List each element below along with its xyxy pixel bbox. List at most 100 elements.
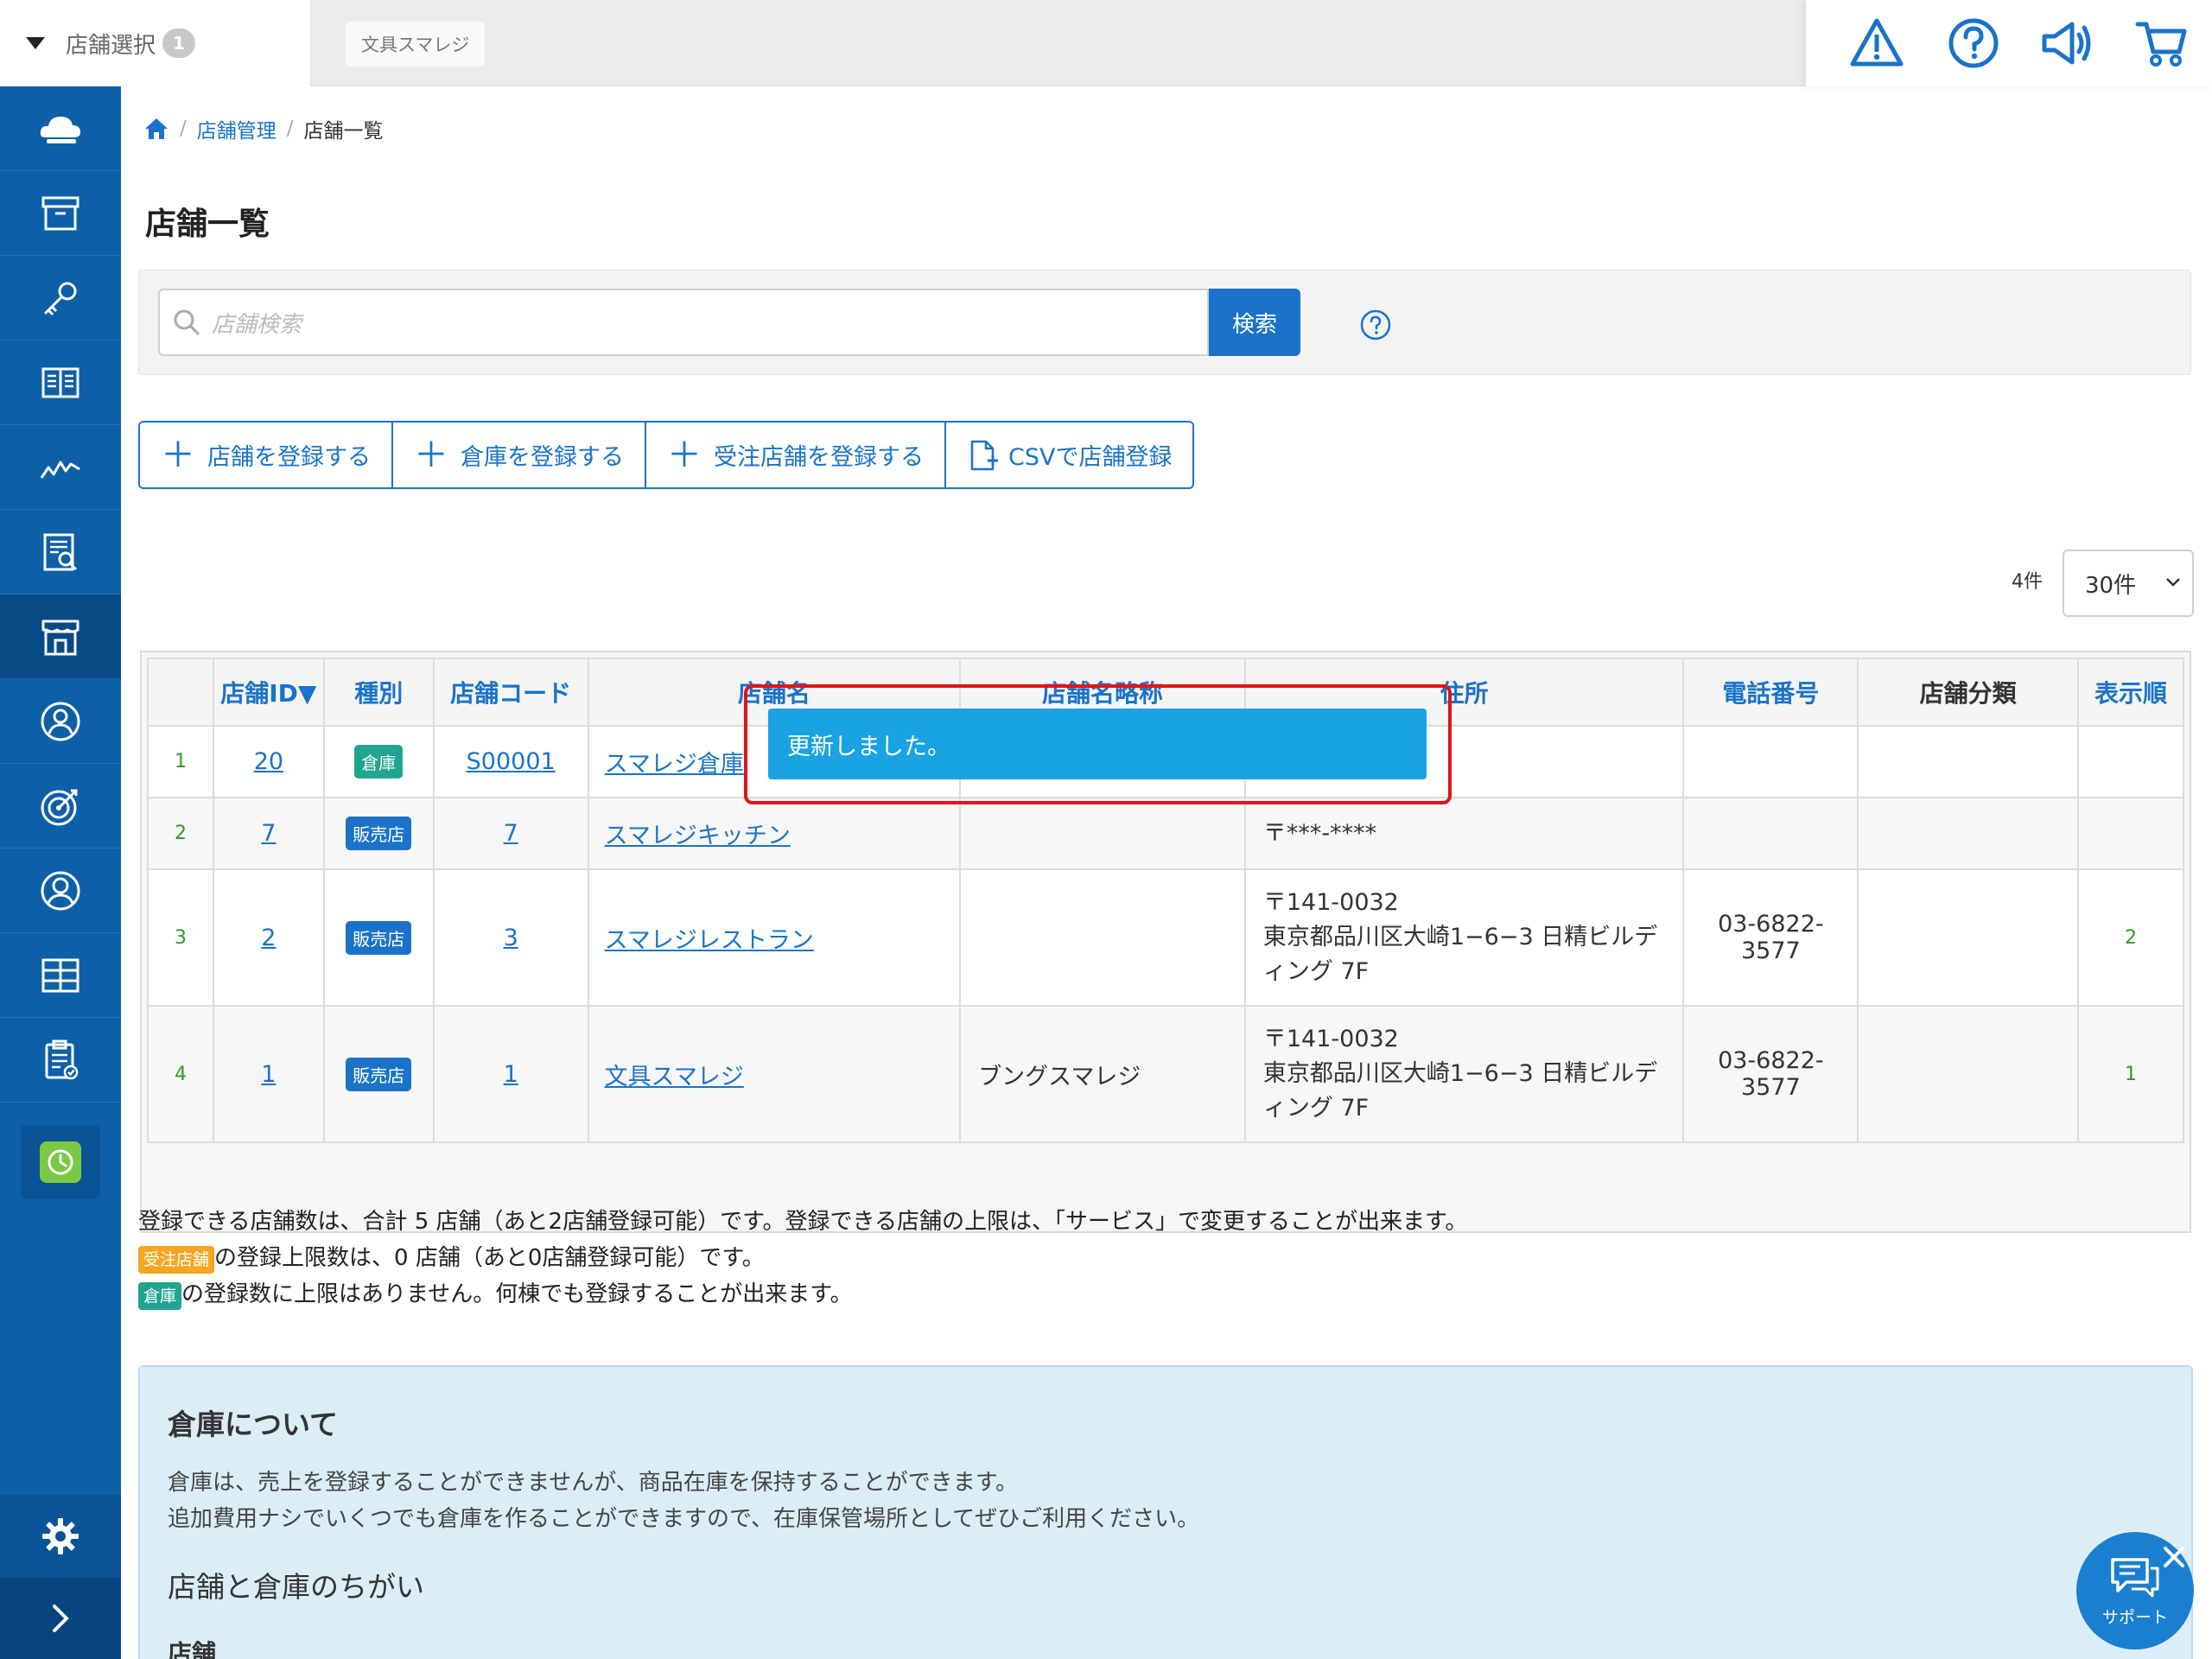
clipboard-icon xyxy=(45,1039,79,1079)
sidebar-item-tasks[interactable] xyxy=(0,1018,121,1103)
header-type[interactable]: 種別 xyxy=(322,658,435,727)
home-icon[interactable] xyxy=(143,117,169,141)
file-add-icon xyxy=(970,440,998,470)
clock-icon xyxy=(40,1141,81,1183)
table-row: 4 1 販売店 1 文具スマレジ ブングスマレジ 〒141-0032 東京都品川… xyxy=(147,1005,2184,1143)
address-cell: 〒***-**** xyxy=(1243,797,1685,870)
sidebar-item-timecard[interactable] xyxy=(21,1125,100,1199)
current-store-chip[interactable]: 文具スマレジ xyxy=(346,22,486,67)
help-icon[interactable] xyxy=(1359,308,1392,341)
store-code-cell: 1 xyxy=(432,1005,589,1143)
toast-notification[interactable]: 更新しました。 xyxy=(768,709,1427,779)
category-cell xyxy=(1857,797,2080,870)
address-zip: 〒141-0032 xyxy=(1262,1026,1399,1052)
header-phone[interactable]: 電話番号 xyxy=(1682,658,1859,727)
type-cell: 販売店 xyxy=(322,1005,435,1143)
store-name-cell: 文具スマレジ xyxy=(587,1005,962,1143)
sidebar-item-members[interactable] xyxy=(0,849,121,933)
store-code-link[interactable]: 1 xyxy=(504,1061,518,1088)
type-badge: 販売店 xyxy=(346,817,412,850)
header-store-code[interactable]: 店舗コード xyxy=(432,658,589,727)
note-warehouse-text: の登録数に上限はありません。何棟でも登録することが出来ます。 xyxy=(181,1281,853,1307)
phone-cell: 03-6822- 3577 xyxy=(1682,868,1859,1007)
info-subtitle: 店舗と倉庫のちがい xyxy=(168,1570,424,1604)
row-number: 2 xyxy=(147,797,214,870)
sidebar-expand-button[interactable] xyxy=(0,1578,121,1659)
search-placeholder: 店舗検索 xyxy=(212,311,302,338)
search-input[interactable]: 店舗検索 xyxy=(158,289,1209,356)
phone-line1: 03-6822- xyxy=(1718,911,1824,938)
help-icon[interactable] xyxy=(1946,16,2001,71)
header-order[interactable]: 表示順 xyxy=(2077,658,2184,727)
breadcrumb-separator: / xyxy=(180,118,187,140)
sidebar-item-book[interactable] xyxy=(0,340,121,425)
register-warehouse-button[interactable]: ＋ 倉庫を登録する xyxy=(393,423,646,487)
store-id-cell: 2 xyxy=(212,868,325,1007)
table-row: 3 2 販売店 3 スマレジレストラン 〒141-0032 東京都品川区大崎1−… xyxy=(147,868,2184,1007)
per-page-select[interactable]: 30件 xyxy=(2063,550,2194,617)
sidebar-item-products[interactable] xyxy=(0,171,121,256)
store-code-link[interactable]: 7 xyxy=(504,820,518,847)
member-icon xyxy=(41,871,80,910)
action-button-group: ＋ 店舗を登録する ＋ 倉庫を登録する ＋ 受注店舗を登録する CSVで店舗登録 xyxy=(138,421,1195,489)
header-store-id[interactable]: 店舗ID▼ xyxy=(212,658,325,727)
type-badge: 販売店 xyxy=(346,1057,412,1091)
store-name-link[interactable]: スマレジキッチン xyxy=(605,823,791,849)
store-id-link[interactable]: 7 xyxy=(261,820,276,847)
store-id-link[interactable]: 1 xyxy=(261,1061,276,1088)
csv-register-label: CSVで店舗登録 xyxy=(1008,444,1173,471)
store-code-link[interactable]: 3 xyxy=(504,925,518,951)
sidebar-item-reports[interactable] xyxy=(0,510,121,594)
cart-icon[interactable] xyxy=(2134,16,2190,71)
breadcrumb: / 店舗管理 / 店舗一覧 xyxy=(143,114,384,143)
address-line2: ィング 7F xyxy=(1262,958,1370,985)
row-number: 1 xyxy=(147,725,214,798)
sidebar-item-stores[interactable] xyxy=(0,594,121,679)
note-line-warehouse: 倉庫 の登録数に上限はありません。何棟でも登録することが出来ます。 xyxy=(138,1276,1467,1313)
table-row: 2 7 販売店 7 スマレジキッチン 〒***-**** xyxy=(147,797,2184,870)
address-cell: 〒141-0032 東京都品川区大崎1−6−3 日精ビルデ ィング 7F xyxy=(1243,1005,1685,1143)
order-cell: 1 xyxy=(2077,1005,2184,1143)
plus-icon: ＋ xyxy=(414,435,448,475)
sidebar-item-key[interactable] xyxy=(0,256,121,340)
store-id-link[interactable]: 20 xyxy=(254,748,283,775)
note-line-store-limit: 登録できる店舗数は、合計 5 店舗（あと2店舗登録可能）です。登録できる店舗の上… xyxy=(138,1209,1468,1235)
search-icon xyxy=(174,309,200,336)
archive-icon xyxy=(41,196,79,230)
sidebar-item-apps[interactable] xyxy=(0,933,121,1018)
register-store-button[interactable]: ＋ 店舗を登録する xyxy=(140,423,393,487)
warning-icon[interactable] xyxy=(1849,16,1904,71)
sidebar-item-target[interactable] xyxy=(0,764,121,849)
csv-register-button[interactable]: CSVで店舗登録 xyxy=(946,423,1193,487)
phone-line2: 3577 xyxy=(1740,1074,1801,1101)
store-select-dropdown[interactable]: 店舗選択 1 xyxy=(0,0,311,86)
type-badge: 販売店 xyxy=(346,920,412,955)
sidebar-settings-button[interactable] xyxy=(0,1495,121,1578)
megaphone-icon[interactable] xyxy=(2039,16,2094,71)
target-icon xyxy=(41,789,78,825)
store-id-link[interactable]: 2 xyxy=(261,925,276,951)
search-button[interactable]: 検索 xyxy=(1209,289,1300,356)
close-icon[interactable] xyxy=(2158,1541,2190,1573)
sidebar-item-analytics[interactable] xyxy=(0,425,121,510)
store-code-link[interactable]: S00001 xyxy=(467,748,556,775)
store-select-count-badge: 1 xyxy=(162,29,196,58)
chat-icon xyxy=(2111,1557,2159,1597)
info-subheading: 店舗 xyxy=(168,1639,217,1659)
sidebar-item-cloud[interactable] xyxy=(0,86,121,171)
sidebar-item-staff[interactable] xyxy=(0,679,121,764)
type-cell: 倉庫 xyxy=(322,725,435,798)
store-name-link[interactable]: スマレジ倉庫 xyxy=(605,751,744,778)
store-limit-notes: 登録できる店舗数は、合計 5 店舗（あと2店舗登録可能）です。登録できる店舗の上… xyxy=(138,1204,1467,1313)
phone-line2: 3577 xyxy=(1740,938,1801,964)
store-name-link[interactable]: 文具スマレジ xyxy=(605,1064,744,1090)
note-order-store-text: の登録上限数は、0 店舗（あと0店舗登録可能）です。 xyxy=(214,1245,765,1271)
info-paragraph-1: 倉庫は、売上を登録することができませんが、商品在庫を保持することができます。 xyxy=(168,1470,1019,1496)
sidebar xyxy=(0,86,121,1659)
address-line1: 東京都品川区大崎1−6−3 日精ビルデ xyxy=(1262,924,1658,950)
register-order-store-button[interactable]: ＋ 受注店舗を登録する xyxy=(646,423,946,487)
store-name-link[interactable]: スマレジレストラン xyxy=(605,927,814,954)
breadcrumb-store-management[interactable]: 店舗管理 xyxy=(197,114,276,143)
store-code-cell: S00001 xyxy=(432,725,589,798)
store-select-label: 店舗選択 xyxy=(66,32,156,59)
